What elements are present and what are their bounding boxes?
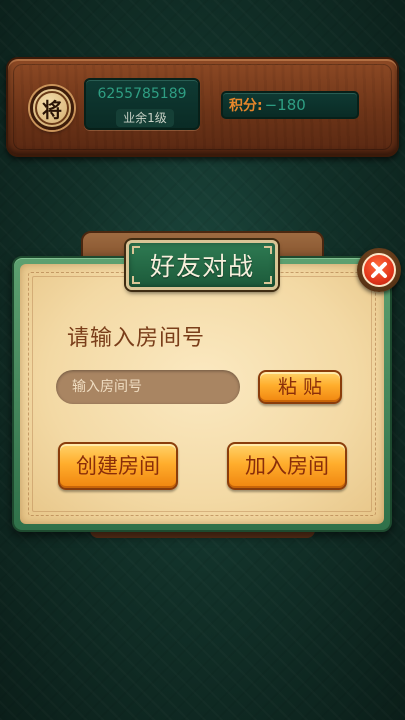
title-corner-ornament — [264, 246, 272, 254]
title-corner-ornament — [132, 246, 140, 254]
close-icon — [362, 253, 396, 287]
score-label: 积分: — [229, 98, 263, 114]
score-value: −180 — [264, 96, 306, 114]
close-button[interactable] — [357, 248, 401, 292]
room-number-prompt: 请输入房间号 — [67, 326, 206, 351]
score-box: 积分: −180 — [221, 91, 359, 119]
avatar-piece-icon: 将 — [35, 91, 69, 125]
close-x-glyph — [371, 262, 387, 278]
dialog-title-plate: 好友对战 — [126, 240, 278, 290]
dialog-title: 好友对战 — [149, 252, 254, 281]
player-info-box: 6255785189 业余1级 — [84, 78, 200, 130]
player-id: 6255785189 — [97, 86, 187, 102]
avatar[interactable]: 将 — [30, 86, 74, 130]
profile-panel: 将 6255785189 业余1级 积分: −180 — [6, 57, 399, 157]
paste-button[interactable]: 粘贴 — [258, 370, 342, 404]
room-number-input[interactable] — [56, 370, 240, 404]
join-room-button[interactable]: 加入房间 — [227, 442, 347, 490]
rank-badge: 业余1级 — [116, 109, 174, 127]
title-corner-ornament — [264, 276, 272, 284]
title-corner-ornament — [132, 276, 140, 284]
create-room-button[interactable]: 创建房间 — [58, 442, 178, 490]
